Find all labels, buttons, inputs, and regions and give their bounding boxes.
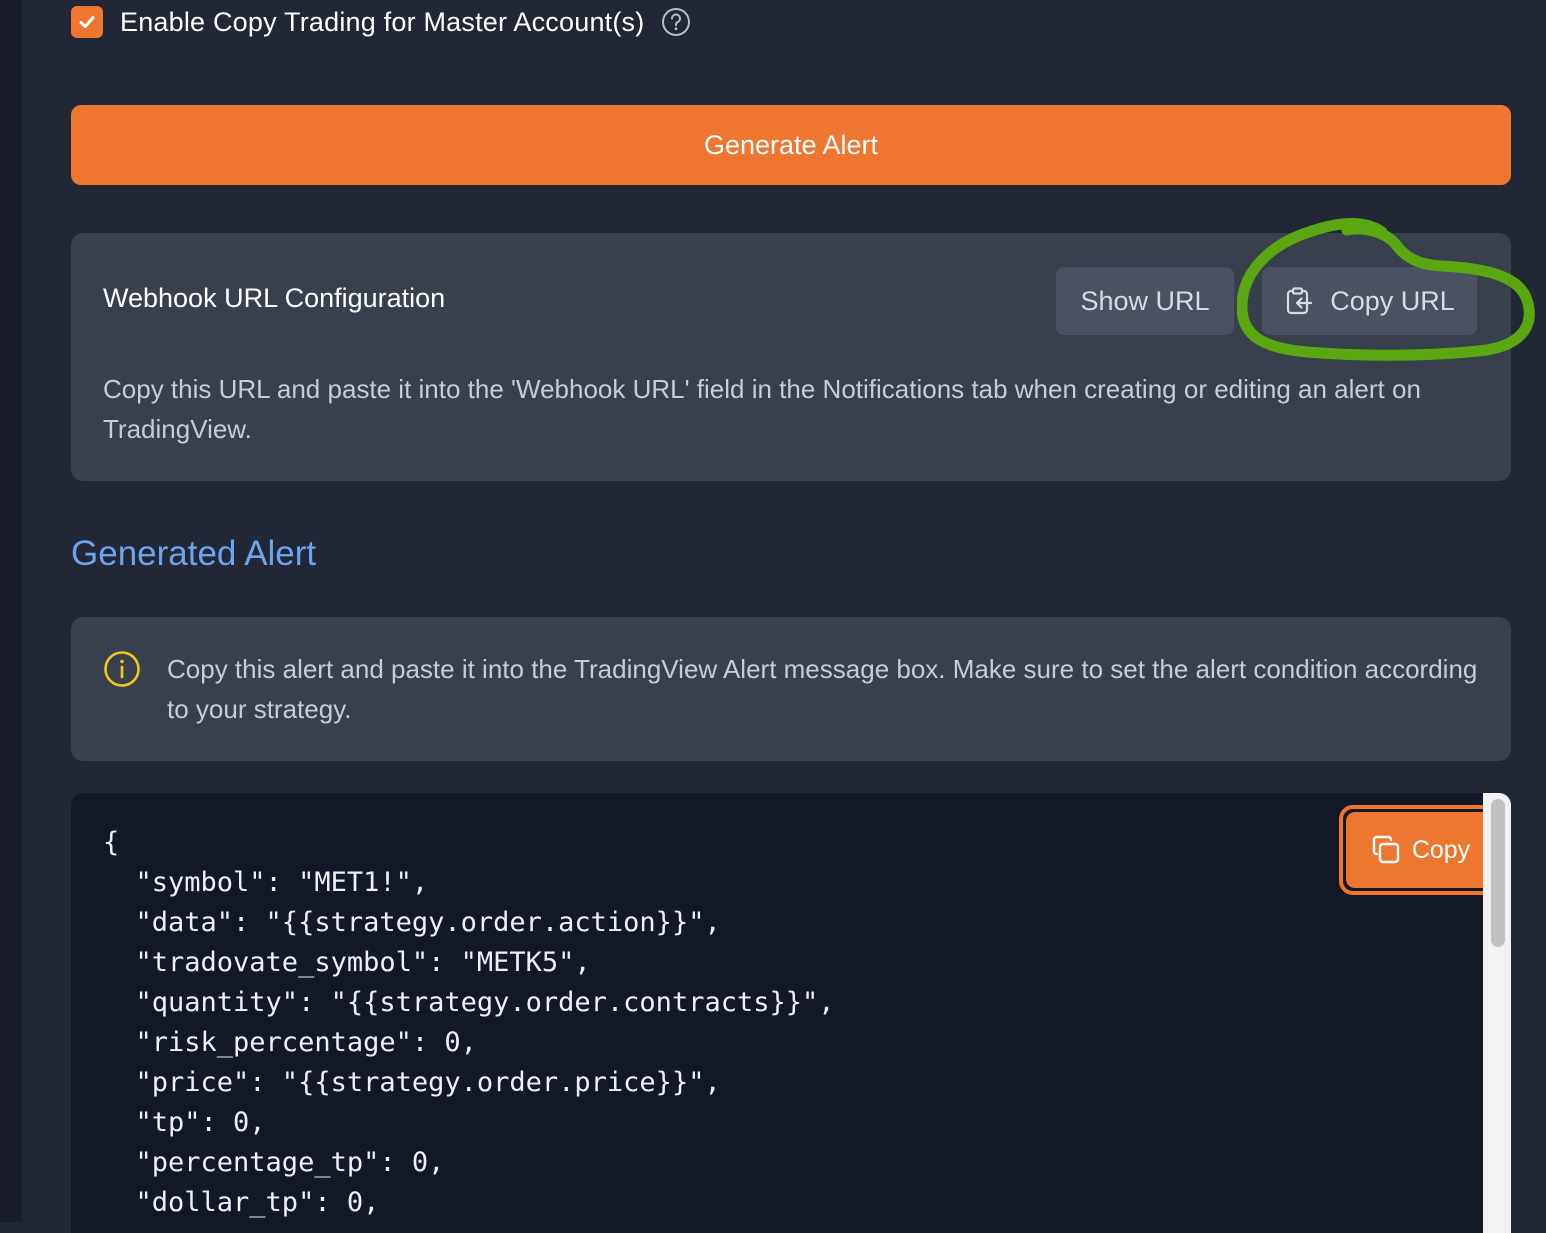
code-scrollbar[interactable] bbox=[1483, 793, 1511, 1233]
alert-json-code: { "symbol": "MET1!", "data": "{{strategy… bbox=[103, 823, 835, 1223]
webhook-description: Copy this URL and paste it into the 'Web… bbox=[103, 374, 1421, 444]
webhook-config-card: Webhook URL Configuration Show URL Copy … bbox=[71, 233, 1511, 481]
copy-url-button[interactable]: Copy URL bbox=[1262, 267, 1477, 335]
left-sidebar-edge bbox=[0, 0, 22, 1222]
info-circle-icon bbox=[104, 651, 140, 687]
copy-alert-button[interactable]: Copy bbox=[1339, 805, 1501, 895]
alert-info-text: Copy this alert and paste it into the Tr… bbox=[167, 654, 1478, 724]
alert-settings-panel: Enable Copy Trading for Master Account(s… bbox=[22, 0, 1546, 1233]
code-line: "percentage_tp": 0, bbox=[103, 1147, 445, 1178]
code-line: "data": "{{strategy.order.action}}", bbox=[103, 907, 721, 938]
question-circle-icon[interactable] bbox=[661, 7, 691, 37]
code-line: "tradovate_symbol": "METK5", bbox=[103, 947, 591, 978]
code-line: "symbol": "MET1!", bbox=[103, 867, 429, 898]
copy-icon bbox=[1370, 834, 1402, 866]
alert-code-block[interactable]: { "symbol": "MET1!", "data": "{{strategy… bbox=[71, 793, 1511, 1233]
copy-trading-row: Enable Copy Trading for Master Account(s… bbox=[71, 4, 691, 40]
alert-info-card: Copy this alert and paste it into the Tr… bbox=[71, 617, 1511, 761]
clipboard-arrow-icon bbox=[1284, 286, 1314, 316]
show-url-label: Show URL bbox=[1080, 285, 1210, 316]
code-scrollbar-thumb[interactable] bbox=[1491, 799, 1505, 947]
show-url-button[interactable]: Show URL bbox=[1056, 267, 1234, 335]
code-line: "dollar_tp": 0, bbox=[103, 1187, 380, 1218]
webhook-title: Webhook URL Configuration bbox=[103, 283, 446, 313]
code-line: { bbox=[103, 827, 120, 858]
generate-alert-button[interactable]: Generate Alert bbox=[71, 105, 1511, 185]
copy-trading-checkbox[interactable] bbox=[71, 6, 103, 38]
code-line: "price": "{{strategy.order.price}}", bbox=[103, 1067, 721, 1098]
copy-url-label: Copy URL bbox=[1330, 285, 1455, 316]
checkmark-icon bbox=[79, 16, 95, 28]
copy-trading-label: Enable Copy Trading for Master Account(s… bbox=[120, 6, 645, 37]
code-line: "quantity": "{{strategy.order.contracts}… bbox=[103, 987, 835, 1018]
code-line: "risk_percentage": 0, bbox=[103, 1027, 477, 1058]
code-line: "tp": 0, bbox=[103, 1107, 266, 1138]
generated-alert-heading: Generated Alert bbox=[71, 534, 317, 573]
copy-alert-label: Copy bbox=[1411, 835, 1471, 864]
copy-alert-button-body: Copy bbox=[1346, 812, 1494, 888]
